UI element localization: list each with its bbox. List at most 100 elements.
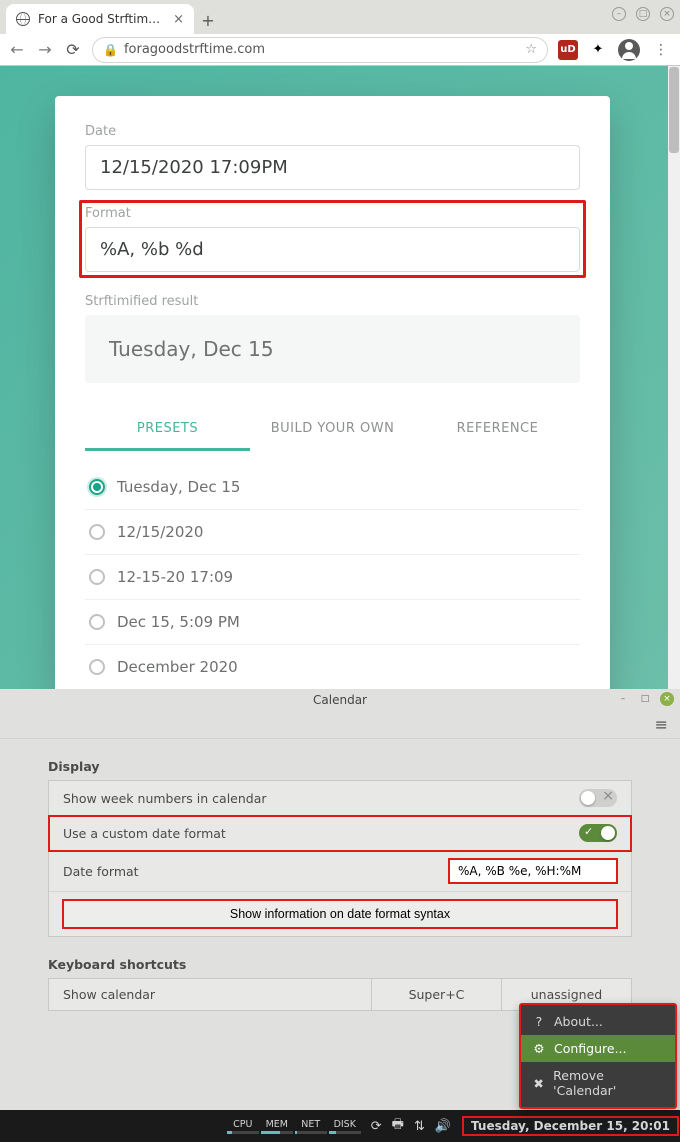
preset-label: December 2020 xyxy=(117,658,238,676)
maximize-icon[interactable]: □ xyxy=(638,692,652,706)
ctx-remove[interactable]: ✖ Remove 'Calendar' xyxy=(520,1062,676,1104)
preset-label: Dec 15, 5:09 PM xyxy=(117,613,240,631)
format-label: Format xyxy=(85,206,580,221)
shortcut-primary[interactable]: Super+C xyxy=(371,979,501,1010)
ctx-about-label: About... xyxy=(554,1014,603,1029)
show-week-label: Show week numbers in calendar xyxy=(63,791,569,806)
calendar-title: Calendar xyxy=(313,693,367,707)
preset-list: Tuesday, Dec 15 12/15/2020 12-15-20 17:0… xyxy=(85,465,580,689)
bookmark-star-icon[interactable]: ☆ xyxy=(525,42,537,57)
display-panel: Show week numbers in calendar Use a cust… xyxy=(48,780,632,937)
back-icon[interactable]: ← xyxy=(8,40,26,59)
shortcut-label: Show calendar xyxy=(49,979,371,1010)
preset-row[interactable]: Tuesday, Dec 15 xyxy=(85,465,580,510)
result-label: Strftimified result xyxy=(85,294,580,309)
custom-format-row: Use a custom date format xyxy=(49,816,631,851)
maximize-icon[interactable]: □ xyxy=(636,7,650,21)
preset-row[interactable]: Dec 15, 5:09 PM xyxy=(85,600,580,645)
preset-row[interactable]: 12/15/2020 xyxy=(85,510,580,555)
format-section: Format xyxy=(79,200,586,278)
reload-icon[interactable]: ⟳ xyxy=(64,40,82,59)
calendar-toolbar: ≡ xyxy=(0,711,680,739)
system-tray: ⟳ 🖶 ⇅ 🔊 xyxy=(371,1115,451,1137)
date-format-label: Date format xyxy=(63,864,439,879)
format-input[interactable] xyxy=(85,227,580,272)
disk-meter: DISK xyxy=(329,1119,361,1134)
tab-presets[interactable]: PRESETS xyxy=(85,407,250,451)
tab-title: For a Good Strftime | Easy Sk xyxy=(38,12,165,26)
radio-icon xyxy=(89,659,105,675)
lock-icon: 🔒 xyxy=(103,43,118,57)
display-heading: Display xyxy=(48,759,632,774)
omnibox[interactable]: 🔒 foragoodstrftime.com ☆ xyxy=(92,37,548,63)
radio-icon xyxy=(89,569,105,585)
tray-volume-icon[interactable]: 🔊 xyxy=(435,1119,451,1134)
tab-build[interactable]: BUILD YOUR OWN xyxy=(250,407,415,451)
net-meter: NET xyxy=(295,1119,327,1134)
radio-icon xyxy=(89,524,105,540)
minimize-icon[interactable]: – xyxy=(616,692,630,706)
close-window-icon[interactable]: × xyxy=(660,7,674,21)
calendar-titlebar[interactable]: Calendar – □ × xyxy=(0,689,680,711)
date-input[interactable] xyxy=(85,145,580,190)
tray-printer-icon[interactable]: 🖶 xyxy=(392,1115,404,1137)
ctx-configure[interactable]: ⚙ Configure... xyxy=(520,1035,676,1062)
radio-icon xyxy=(89,479,105,495)
show-info-button[interactable]: Show information on date format syntax xyxy=(63,900,617,928)
tab-reference[interactable]: REFERENCE xyxy=(415,407,580,451)
minimize-icon[interactable]: – xyxy=(612,7,626,21)
browser-menu-icon[interactable]: ⋮ xyxy=(650,42,672,58)
kb-heading: Keyboard shortcuts xyxy=(48,957,632,972)
ctx-configure-label: Configure... xyxy=(554,1041,627,1056)
gear-icon: ⚙ xyxy=(532,1041,546,1056)
scrollbar[interactable] xyxy=(668,66,680,689)
new-tab-button[interactable]: + xyxy=(194,6,222,34)
date-format-row: Date format xyxy=(49,851,631,892)
extensions-icon[interactable]: ✦ xyxy=(588,40,608,60)
browser-tab[interactable]: For a Good Strftime | Easy Sk × xyxy=(6,4,194,34)
close-icon[interactable]: × xyxy=(173,12,184,27)
custom-format-toggle[interactable] xyxy=(579,824,617,842)
preset-label: Tuesday, Dec 15 xyxy=(117,478,240,496)
forward-icon[interactable]: → xyxy=(36,40,54,59)
browser-chrome: For a Good Strftime | Easy Sk × + – □ × … xyxy=(0,0,680,66)
tray-update-icon[interactable]: ⟳ xyxy=(371,1119,382,1134)
ctx-about[interactable]: ? About... xyxy=(520,1008,676,1035)
date-section: Date xyxy=(85,124,580,190)
preset-label: 12/15/2020 xyxy=(117,523,203,541)
system-meters[interactable]: CPU MEM NET DISK xyxy=(227,1119,361,1134)
main-card: Date Format Strftimified result Tuesday,… xyxy=(55,96,610,689)
mem-meter: MEM xyxy=(261,1119,293,1134)
address-bar-row: ← → ⟳ 🔒 foragoodstrftime.com ☆ uD ✦ ⋮ xyxy=(0,34,680,65)
show-info-row: Show information on date format syntax xyxy=(49,892,631,936)
lower-area: Calendar – □ × ≡ Display Show week numbe… xyxy=(0,689,680,1142)
tray-network-icon[interactable]: ⇅ xyxy=(414,1119,425,1134)
taskbar-clock[interactable]: Tuesday, December 15, 20:01 xyxy=(465,1119,676,1133)
tab-strip: For a Good Strftime | Easy Sk × + – □ × xyxy=(0,0,680,34)
globe-icon xyxy=(16,12,30,26)
result-section: Strftimified result Tuesday, Dec 15 xyxy=(85,294,580,383)
show-week-toggle[interactable] xyxy=(579,789,617,807)
radio-icon xyxy=(89,614,105,630)
preset-label: 12-15-20 17:09 xyxy=(117,568,233,586)
preset-row[interactable]: December 2020 xyxy=(85,645,580,689)
date-format-input[interactable] xyxy=(449,859,617,883)
url-text: foragoodstrftime.com xyxy=(124,42,265,57)
show-week-row: Show week numbers in calendar xyxy=(49,781,631,816)
taskbar: CPU MEM NET DISK ⟳ 🖶 ⇅ 🔊 Tuesday, Decemb… xyxy=(0,1110,680,1142)
page-viewport: Date Format Strftimified result Tuesday,… xyxy=(0,66,680,689)
window-controls: – □ × xyxy=(612,7,674,21)
preset-row[interactable]: 12-15-20 17:09 xyxy=(85,555,580,600)
ctx-remove-label: Remove 'Calendar' xyxy=(553,1068,664,1098)
calendar-body: Display Show week numbers in calendar Us… xyxy=(0,739,680,1025)
preset-tabs: PRESETS BUILD YOUR OWN REFERENCE xyxy=(55,407,610,451)
help-icon: ? xyxy=(532,1014,546,1029)
date-label: Date xyxy=(85,124,580,139)
remove-icon: ✖ xyxy=(532,1076,545,1091)
ublock-icon[interactable]: uD xyxy=(558,40,578,60)
cpu-meter: CPU xyxy=(227,1119,259,1134)
hamburger-icon[interactable]: ≡ xyxy=(655,715,668,734)
profile-avatar-icon[interactable] xyxy=(618,39,640,61)
close-icon[interactable]: × xyxy=(660,692,674,706)
custom-format-label: Use a custom date format xyxy=(63,826,569,841)
